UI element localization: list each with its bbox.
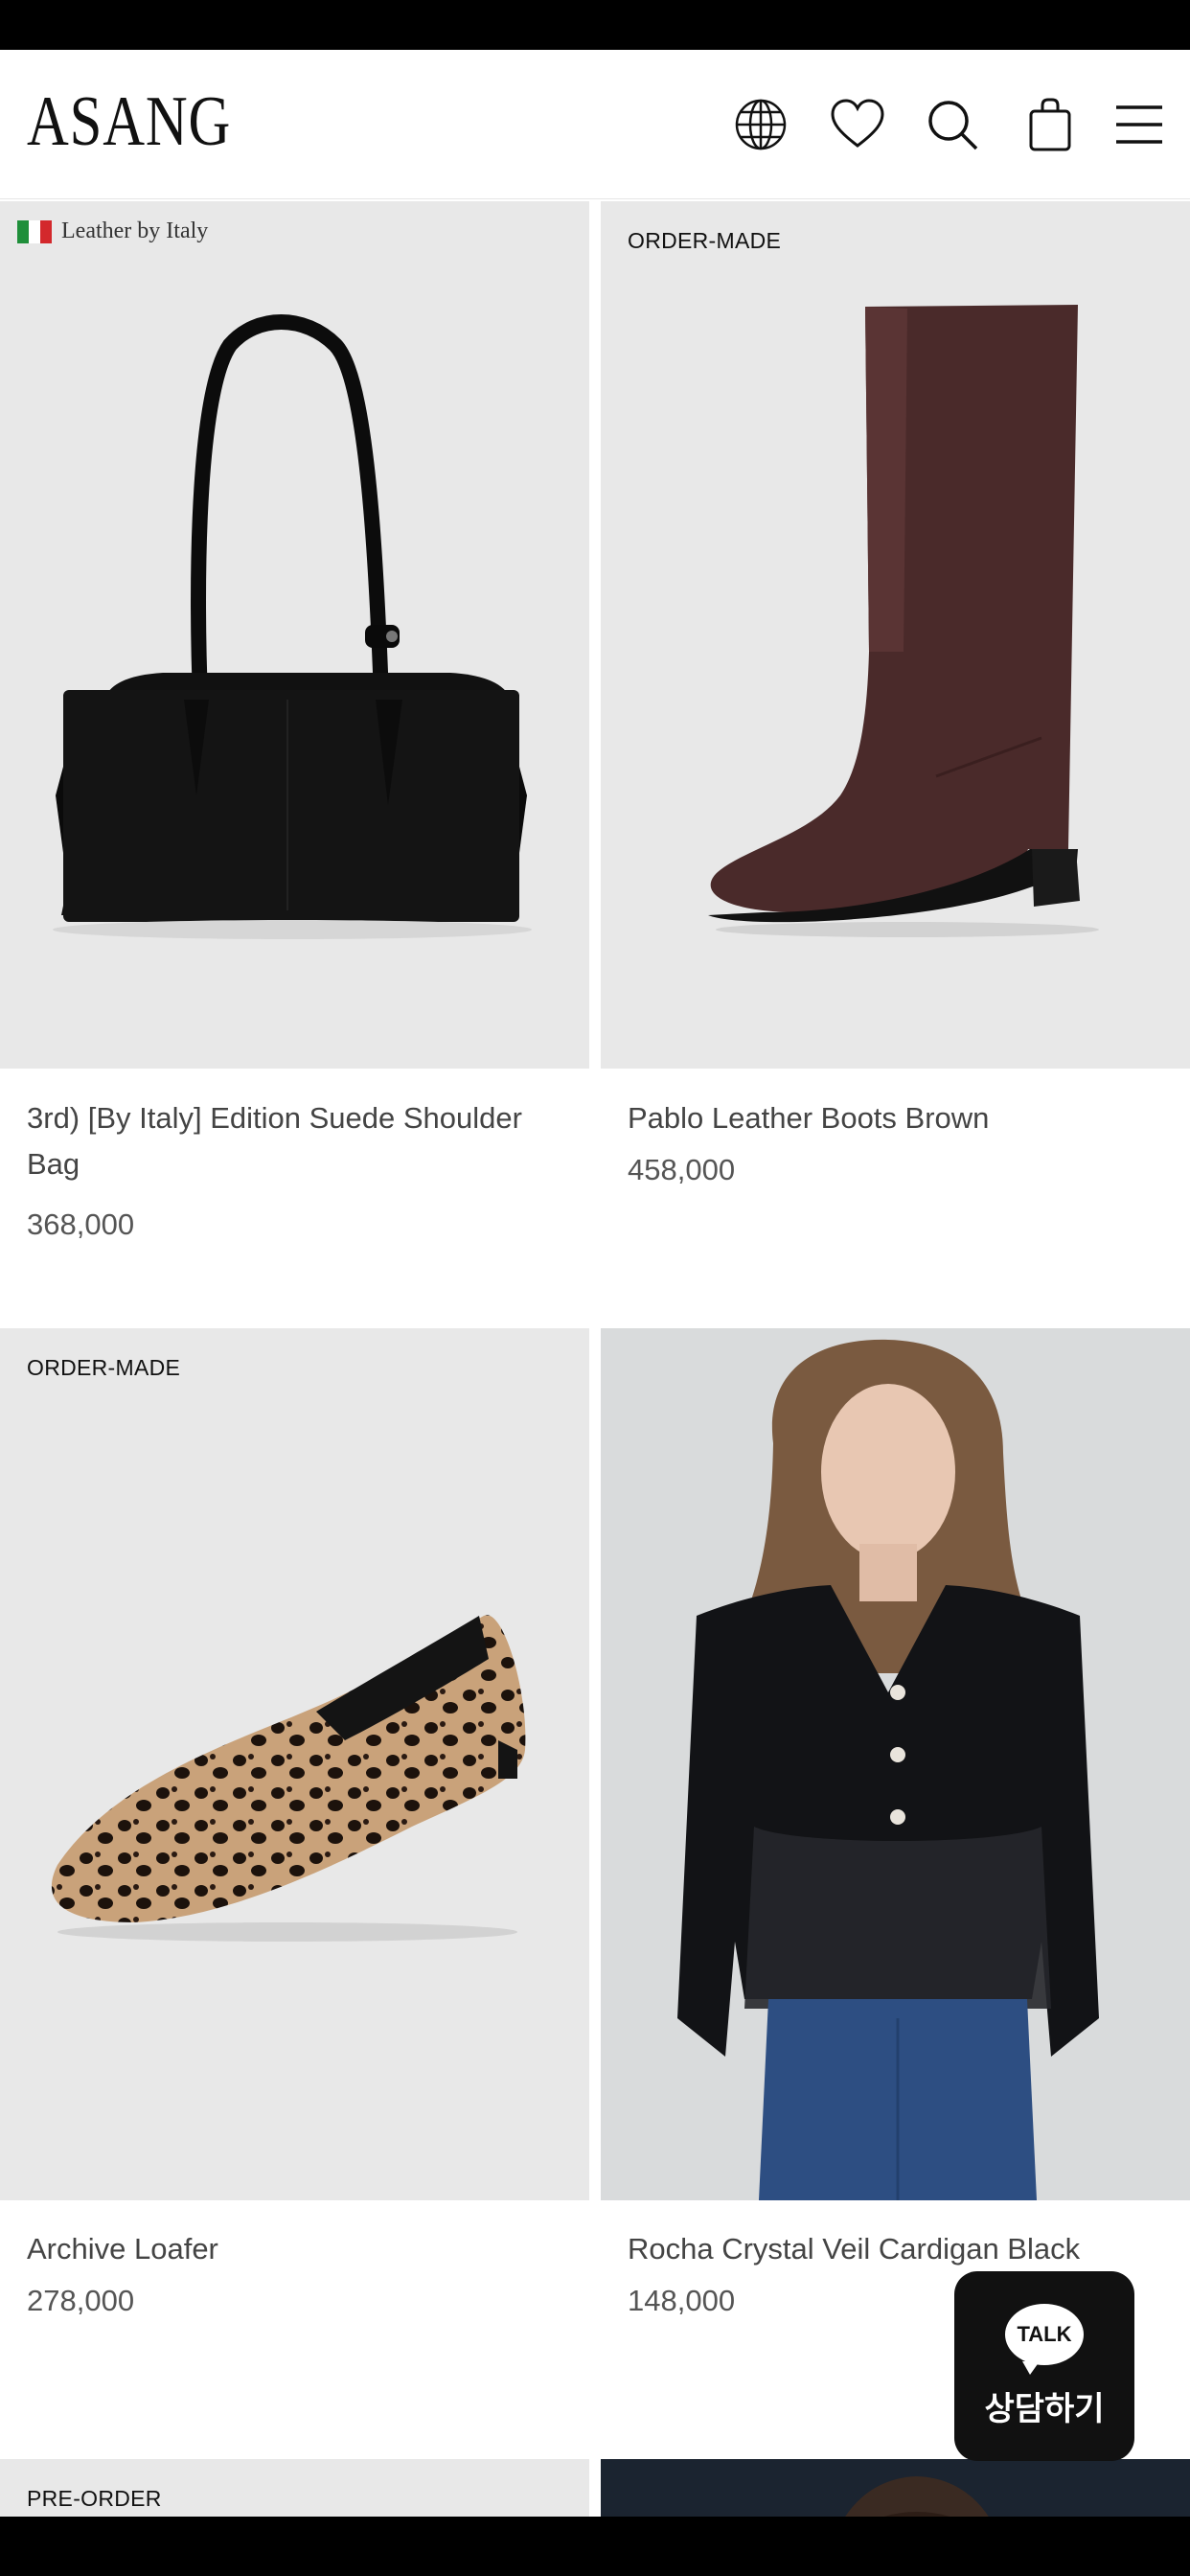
- product-image[interactable]: Leather by Italy: [0, 201, 589, 1069]
- product-tag: PRE-ORDER: [27, 2486, 162, 2511]
- italy-flag-icon: [17, 219, 52, 243]
- product-name[interactable]: Pablo Leather Boots Brown: [628, 1095, 1174, 1141]
- status-bar: [0, 0, 1190, 50]
- product-image[interactable]: ORDER-MADE: [601, 201, 1190, 1069]
- product-image[interactable]: [601, 2459, 1190, 2517]
- product-name[interactable]: Archive Loafer: [27, 2226, 573, 2272]
- talk-button-label: 상담하기: [984, 2389, 1105, 2428]
- menu-icon[interactable]: [1105, 90, 1174, 159]
- heart-icon[interactable]: [823, 90, 892, 159]
- talk-bubble-icon: TALK: [1005, 2303, 1084, 2375]
- product-image[interactable]: [601, 1328, 1190, 2200]
- product-name[interactable]: 3rd) [By Italy] Edition Suede Shoulder B…: [27, 1095, 573, 1187]
- globe-icon[interactable]: [726, 90, 795, 159]
- loafer-illustration: [51, 1615, 526, 1942]
- product-price: 148,000: [628, 2284, 736, 2317]
- product-price: 458,000: [628, 1153, 736, 1186]
- site-header: ASANG: [0, 50, 1190, 199]
- page: ASANG Leather by Italy 3rd) [By Italy] E…: [0, 50, 1190, 2517]
- product-tag: ORDER-MADE: [628, 228, 782, 253]
- bottom-system-bar: [0, 2517, 1190, 2576]
- bag-icon[interactable]: [1016, 90, 1085, 159]
- model-photo-illustration: [677, 1339, 1099, 2200]
- model-photo-illustration: [845, 2476, 989, 2517]
- search-icon[interactable]: [918, 90, 987, 159]
- product-tag: ORDER-MADE: [27, 1355, 181, 1380]
- shoulder-bag-illustration: [53, 314, 532, 939]
- brand-logo[interactable]: ASANG: [27, 86, 231, 157]
- product-tag: Leather by Italy: [61, 218, 209, 243]
- product-image[interactable]: PRE-ORDER: [0, 2459, 589, 2517]
- italy-badge: Leather by Italy: [17, 218, 208, 244]
- product-price: 368,000: [27, 1208, 135, 1241]
- product-name[interactable]: Rocha Crystal Veil Cardigan Black: [628, 2226, 1174, 2272]
- talk-chat-button[interactable]: TALK 상담하기: [954, 2271, 1134, 2461]
- boot-illustration: [708, 305, 1099, 937]
- product-price: 278,000: [27, 2284, 135, 2317]
- product-image[interactable]: ORDER-MADE: [0, 1328, 589, 2200]
